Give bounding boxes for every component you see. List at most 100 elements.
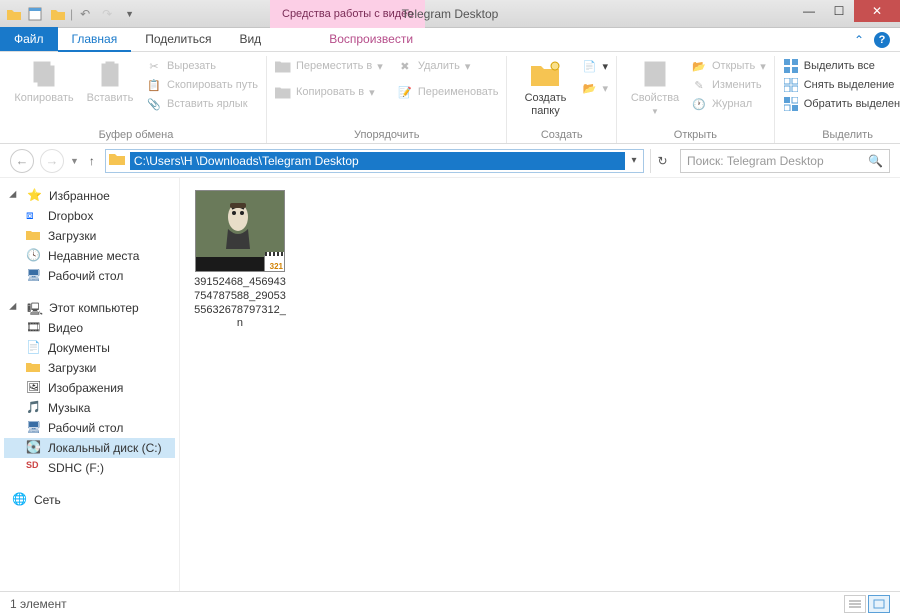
sidebar-documents[interactable]: 📄Документы xyxy=(4,338,175,358)
invert-selection-button[interactable]: Обратить выделение xyxy=(783,96,900,112)
copy-path-icon: 📋 xyxy=(146,77,162,93)
group-organize-label: Упорядочить xyxy=(275,127,498,143)
paste-label: Вставить xyxy=(87,92,134,105)
copy-button[interactable]: Копировать xyxy=(14,58,74,105)
tab-file[interactable]: Файл xyxy=(0,27,58,51)
sidebar-thispc[interactable]: 🖳Этот компьютер xyxy=(4,298,175,318)
properties-button[interactable]: Свойства ▼ xyxy=(625,58,685,117)
address-dropdown-icon[interactable]: ▾ xyxy=(625,155,643,166)
group-open-label: Открыть xyxy=(625,127,766,143)
copy-to-icon xyxy=(275,84,291,100)
new-item-icon: 📄 xyxy=(581,58,597,74)
close-button[interactable]: ✕ xyxy=(854,0,900,22)
history-icon: 🕐 xyxy=(691,96,707,112)
navigation-pane[interactable]: ⭐Избранное ⧈Dropbox Загрузки 🕓Недавние м… xyxy=(0,178,180,591)
new-folder-icon xyxy=(529,58,561,90)
star-icon: ⭐ xyxy=(27,188,43,204)
move-to-icon xyxy=(275,58,291,74)
properties-label: Свойства xyxy=(631,92,679,105)
cut-icon: ✂ xyxy=(146,58,162,74)
tab-view[interactable]: Вид xyxy=(225,27,275,51)
tab-share[interactable]: Поделиться xyxy=(131,27,225,51)
search-placeholder: Поиск: Telegram Desktop xyxy=(687,154,824,168)
sidebar-desktop2[interactable]: 🖥Рабочий стол xyxy=(4,418,175,438)
search-icon: 🔍 xyxy=(868,154,883,168)
group-clipboard-label: Буфер обмена xyxy=(14,127,258,143)
move-to-button[interactable]: Переместить в ▾ xyxy=(275,58,383,74)
easy-access-icon: 📂 xyxy=(581,80,597,96)
copy-to-button[interactable]: Копировать в ▾ xyxy=(275,84,383,100)
refresh-button[interactable]: ↻ xyxy=(650,149,674,173)
collapse-ribbon-icon[interactable]: ⌃ xyxy=(854,33,864,47)
sd-icon: SD xyxy=(26,460,42,476)
paste-shortcut-icon: 📎 xyxy=(146,96,162,112)
address-bar[interactable]: C:\Users\H \Downloads\Telegram Desktop ▾ xyxy=(105,149,644,173)
sidebar-dropbox[interactable]: ⧈Dropbox xyxy=(4,206,175,226)
paste-button[interactable]: Вставить xyxy=(80,58,140,105)
rename-button[interactable]: 📝Переименовать xyxy=(397,84,499,100)
edit-button[interactable]: ✎Изменить xyxy=(691,77,766,93)
tab-home[interactable]: Главная xyxy=(58,28,132,52)
cut-button[interactable]: ✂Вырезать xyxy=(146,58,258,74)
sidebar-downloads[interactable]: Загрузки xyxy=(4,226,175,246)
recent-icon: 🕓 xyxy=(26,248,42,264)
new-folder-button[interactable]: Создать папку xyxy=(515,58,575,118)
sidebar-videos[interactable]: 🎞Видео xyxy=(4,318,175,338)
explorer-body: ⭐Избранное ⧈Dropbox Загрузки 🕓Недавние м… xyxy=(0,178,900,591)
status-bar: 1 элемент xyxy=(0,591,900,615)
computer-icon: 🖳 xyxy=(27,300,43,316)
paste-icon xyxy=(94,58,126,90)
invert-icon xyxy=(783,96,799,112)
deselect-button[interactable]: Снять выделение xyxy=(783,77,900,93)
history-dropdown-icon[interactable]: ▼ xyxy=(70,156,79,166)
sidebar-sdhc[interactable]: SDSDHC (F:) xyxy=(4,458,175,478)
sidebar-favorites[interactable]: ⭐Избранное xyxy=(4,186,175,206)
details-view-button[interactable] xyxy=(844,595,866,613)
qat-properties-icon[interactable] xyxy=(26,4,46,24)
network-icon: 🌐 xyxy=(12,492,28,508)
file-list[interactable]: 321 39152468_456943 754787588_29053 5563… xyxy=(180,178,900,591)
search-input[interactable]: Поиск: Telegram Desktop 🔍 xyxy=(680,149,890,173)
sidebar-pictures[interactable]: 🖼Изображения xyxy=(4,378,175,398)
copy-icon xyxy=(28,58,60,90)
sidebar-network[interactable]: 🌐Сеть xyxy=(4,490,175,510)
qat-new-folder-icon[interactable] xyxy=(48,4,68,24)
address-path[interactable]: C:\Users\H \Downloads\Telegram Desktop xyxy=(130,152,625,170)
documents-icon: 📄 xyxy=(26,340,42,356)
help-icon[interactable]: ? xyxy=(874,32,890,48)
forward-button[interactable]: → xyxy=(40,149,64,173)
open-button[interactable]: 📂Открыть ▾ xyxy=(691,58,766,74)
copy-path-button[interactable]: 📋Скопировать путь xyxy=(146,77,258,93)
music-icon: 🎵 xyxy=(26,400,42,416)
qat-redo-icon[interactable]: ↷ xyxy=(97,4,117,24)
file-item[interactable]: 321 39152468_456943 754787588_29053 5563… xyxy=(192,190,288,331)
qat-undo-icon[interactable]: ↶ xyxy=(75,4,95,24)
sidebar-localdisk[interactable]: 💽Локальный диск (C:) xyxy=(4,438,175,458)
paste-shortcut-button[interactable]: 📎Вставить ярлык xyxy=(146,96,258,112)
open-icon: 📂 xyxy=(691,58,707,74)
item-count: 1 элемент xyxy=(10,597,67,611)
minimize-button[interactable]: — xyxy=(794,0,824,22)
delete-button[interactable]: ✖Удалить ▾ xyxy=(397,58,499,74)
delete-icon: ✖ xyxy=(397,58,413,74)
qat-folder-icon[interactable] xyxy=(4,4,24,24)
sidebar-recent[interactable]: 🕓Недавние места xyxy=(4,246,175,266)
new-item-button[interactable]: 📄▾ xyxy=(581,58,608,74)
sidebar-downloads2[interactable]: Загрузки xyxy=(4,358,175,378)
new-folder-label: Создать папку xyxy=(515,92,575,118)
select-all-button[interactable]: Выделить все xyxy=(783,58,900,74)
videos-icon: 🎞 xyxy=(26,320,42,336)
thumbnails-view-button[interactable] xyxy=(868,595,890,613)
sidebar-music[interactable]: 🎵Музыка xyxy=(4,398,175,418)
title-bar: | ↶ ↷ ▼ Средства работы с видео Telegram… xyxy=(0,0,900,28)
desktop-icon: 🖥 xyxy=(26,420,42,436)
up-button[interactable]: ↑ xyxy=(85,154,99,168)
qat-dropdown-icon[interactable]: ▼ xyxy=(125,9,134,19)
sidebar-desktop[interactable]: 🖥Рабочий стол xyxy=(4,266,175,286)
tab-play[interactable]: Воспроизвести xyxy=(315,27,427,51)
history-button[interactable]: 🕐Журнал xyxy=(691,96,766,112)
maximize-button[interactable]: ☐ xyxy=(824,0,854,22)
ribbon-tabs: Файл Главная Поделиться Вид Воспроизвест… xyxy=(0,28,900,52)
easy-access-button[interactable]: 📂▾ xyxy=(581,80,608,96)
back-button[interactable]: ← xyxy=(10,149,34,173)
